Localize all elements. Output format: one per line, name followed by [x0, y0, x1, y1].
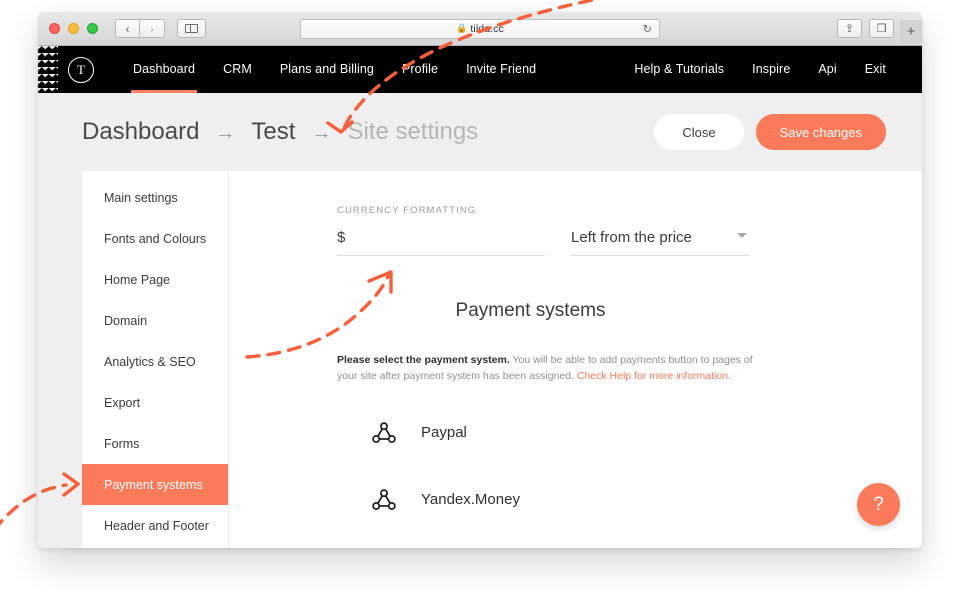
- page-header: Dashboard → Test → Site settings Close S…: [38, 93, 922, 171]
- topnav-right-items: Help & Tutorials Inspire Api Exit: [620, 46, 900, 93]
- topnav-item-profile[interactable]: Profile: [388, 46, 452, 93]
- sidebar-item-main-settings[interactable]: Main settings: [82, 177, 228, 218]
- sidebar-item-payment-systems[interactable]: Payment systems: [82, 464, 228, 505]
- close-button[interactable]: Close: [654, 114, 744, 150]
- sidebar-toggle-button[interactable]: [177, 19, 206, 38]
- zigzag-pattern-decoration: [38, 46, 58, 93]
- topnav-item-exit[interactable]: Exit: [851, 46, 900, 93]
- reload-icon[interactable]: ↻: [643, 22, 652, 35]
- settings-content-panel: CURRENCY FORMATTING Payment systems Plea…: [228, 171, 922, 548]
- network-nodes-icon: [369, 421, 399, 444]
- sidebar-toggle-icon: [185, 24, 198, 33]
- breadcrumb-separator: →: [311, 122, 332, 144]
- browser-titlebar: ‹ › 🔒 tilda.cc ↻ ⇪ ❐ +: [38, 12, 922, 46]
- breadcrumb-item-test[interactable]: Test: [251, 118, 295, 146]
- sidebar-item-header-and-footer[interactable]: Header and Footer: [82, 505, 228, 546]
- browser-nav-buttons: ‹ ›: [115, 19, 165, 38]
- help-button[interactable]: ?: [857, 483, 900, 526]
- close-window-button[interactable]: [49, 23, 60, 34]
- tilda-logo[interactable]: T: [68, 56, 94, 83]
- back-button[interactable]: ‹: [115, 19, 140, 38]
- payment-system-paypal[interactable]: Paypal: [369, 413, 922, 453]
- topnav-item-help-and-tutorials[interactable]: Help & Tutorials: [620, 46, 738, 93]
- page-body: Main settings Fonts and Colours Home Pag…: [38, 171, 922, 548]
- share-button[interactable]: ⇪: [837, 19, 862, 38]
- address-bar[interactable]: 🔒 tilda.cc ↻: [300, 18, 660, 39]
- forward-button[interactable]: ›: [140, 19, 165, 38]
- sidebar-item-forms[interactable]: Forms: [82, 423, 228, 464]
- show-tabs-button[interactable]: ❐: [869, 19, 894, 38]
- topnav-item-dashboard[interactable]: Dashboard: [119, 46, 209, 93]
- currency-field-group: CURRENCY FORMATTING: [337, 205, 545, 256]
- settings-sidebar: Main settings Fonts and Colours Home Pag…: [82, 171, 228, 548]
- breadcrumb-item-site-settings: Site settings: [347, 118, 479, 145]
- plus-icon: +: [906, 22, 916, 40]
- topnav-item-plans-and-billing[interactable]: Plans and Billing: [266, 46, 388, 93]
- browser-window: ‹ › 🔒 tilda.cc ↻ ⇪ ❐ + T Dashboard CRM P…: [38, 12, 922, 548]
- breadcrumb-separator: →: [215, 122, 236, 144]
- sidebar-item-analytics-and-seo[interactable]: Analytics & SEO: [82, 341, 228, 382]
- left-gutter: [38, 171, 82, 548]
- share-icon: ⇪: [844, 23, 855, 35]
- section-description: Please select the payment system. You wi…: [337, 352, 762, 385]
- show-tabs-icon: ❐: [876, 23, 887, 35]
- logo-letter: T: [77, 61, 85, 77]
- chevron-down-icon: [737, 233, 747, 238]
- section-title: Payment systems: [455, 300, 606, 321]
- topnav-item-inspire[interactable]: Inspire: [738, 46, 804, 93]
- topnav-item-invite-friend[interactable]: Invite Friend: [452, 46, 550, 93]
- sidebar-item-fonts-and-colours[interactable]: Fonts and Colours: [82, 218, 228, 259]
- save-changes-button[interactable]: Save changes: [755, 114, 886, 150]
- currency-formatting-row: CURRENCY FORMATTING: [337, 205, 922, 256]
- sidebar-item-home-page[interactable]: Home Page: [82, 259, 228, 300]
- topnav-left-items: Dashboard CRM Plans and Billing Profile …: [119, 46, 550, 93]
- question-mark-icon: ?: [873, 493, 884, 515]
- currency-position-group: [571, 205, 749, 256]
- sidebar-item-export[interactable]: Export: [82, 382, 228, 423]
- network-nodes-icon: [369, 488, 399, 511]
- payment-systems-list: Paypal Yandex.Money: [369, 413, 922, 520]
- url-text: tilda.cc: [470, 22, 504, 35]
- currency-position-select[interactable]: [571, 229, 749, 256]
- browser-right-buttons: ⇪ ❐: [837, 19, 894, 38]
- lock-icon: 🔒: [456, 23, 468, 33]
- new-tab-button[interactable]: +: [900, 20, 922, 42]
- currency-position-value[interactable]: [571, 229, 749, 256]
- payment-system-name: Paypal: [421, 424, 467, 442]
- chevron-right-icon: ›: [150, 21, 154, 36]
- sidebar-item-domain[interactable]: Domain: [82, 300, 228, 341]
- section-description-strong: Please select the payment system.: [337, 354, 510, 366]
- breadcrumb-item-dashboard[interactable]: Dashboard: [82, 118, 199, 146]
- topnav-item-api[interactable]: Api: [804, 46, 850, 93]
- currency-position-label: [571, 205, 749, 217]
- currency-field-label: CURRENCY FORMATTING: [337, 205, 477, 216]
- url-text-group: 🔒 tilda.cc: [456, 23, 504, 35]
- window-traffic-lights: [49, 23, 98, 34]
- currency-symbol-input[interactable]: [337, 229, 545, 256]
- payment-system-name: Yandex.Money: [421, 491, 520, 509]
- chevron-left-icon: ‹: [125, 21, 130, 36]
- minimize-window-button[interactable]: [68, 23, 79, 34]
- check-help-link[interactable]: Check Help for more information.: [577, 370, 731, 382]
- breadcrumb: Dashboard → Test → Site settings: [82, 118, 478, 146]
- topnav-item-crm[interactable]: CRM: [209, 46, 266, 93]
- site-topnav: T Dashboard CRM Plans and Billing Profil…: [38, 46, 922, 93]
- header-actions: Close Save changes: [654, 114, 886, 150]
- maximize-window-button[interactable]: [87, 23, 98, 34]
- payment-system-yandex-money[interactable]: Yandex.Money: [369, 480, 922, 520]
